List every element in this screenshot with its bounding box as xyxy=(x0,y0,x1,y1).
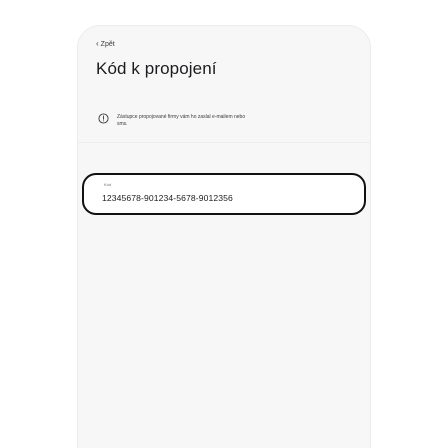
info-message: Zástupce propojované firmy vám ho zaslal… xyxy=(98,113,338,128)
back-label: Zpět xyxy=(100,40,115,48)
chevron-left-icon: ‹ xyxy=(96,39,99,48)
info-circle-icon xyxy=(98,113,109,124)
code-field-label: Kód xyxy=(104,182,112,187)
back-button[interactable]: ‹ Zpět xyxy=(96,40,115,48)
screen: ‹ Zpět Kód k propojení Zástupce propojov… xyxy=(0,0,448,448)
info-text: Zástupce propojované firmy vám ho zaslal… xyxy=(117,114,246,127)
divider xyxy=(78,142,370,143)
code-field[interactable]: Kód xyxy=(82,173,366,215)
phone-frame xyxy=(78,26,370,448)
code-input[interactable] xyxy=(102,190,350,206)
page-title: Kód k propojení xyxy=(96,59,217,78)
